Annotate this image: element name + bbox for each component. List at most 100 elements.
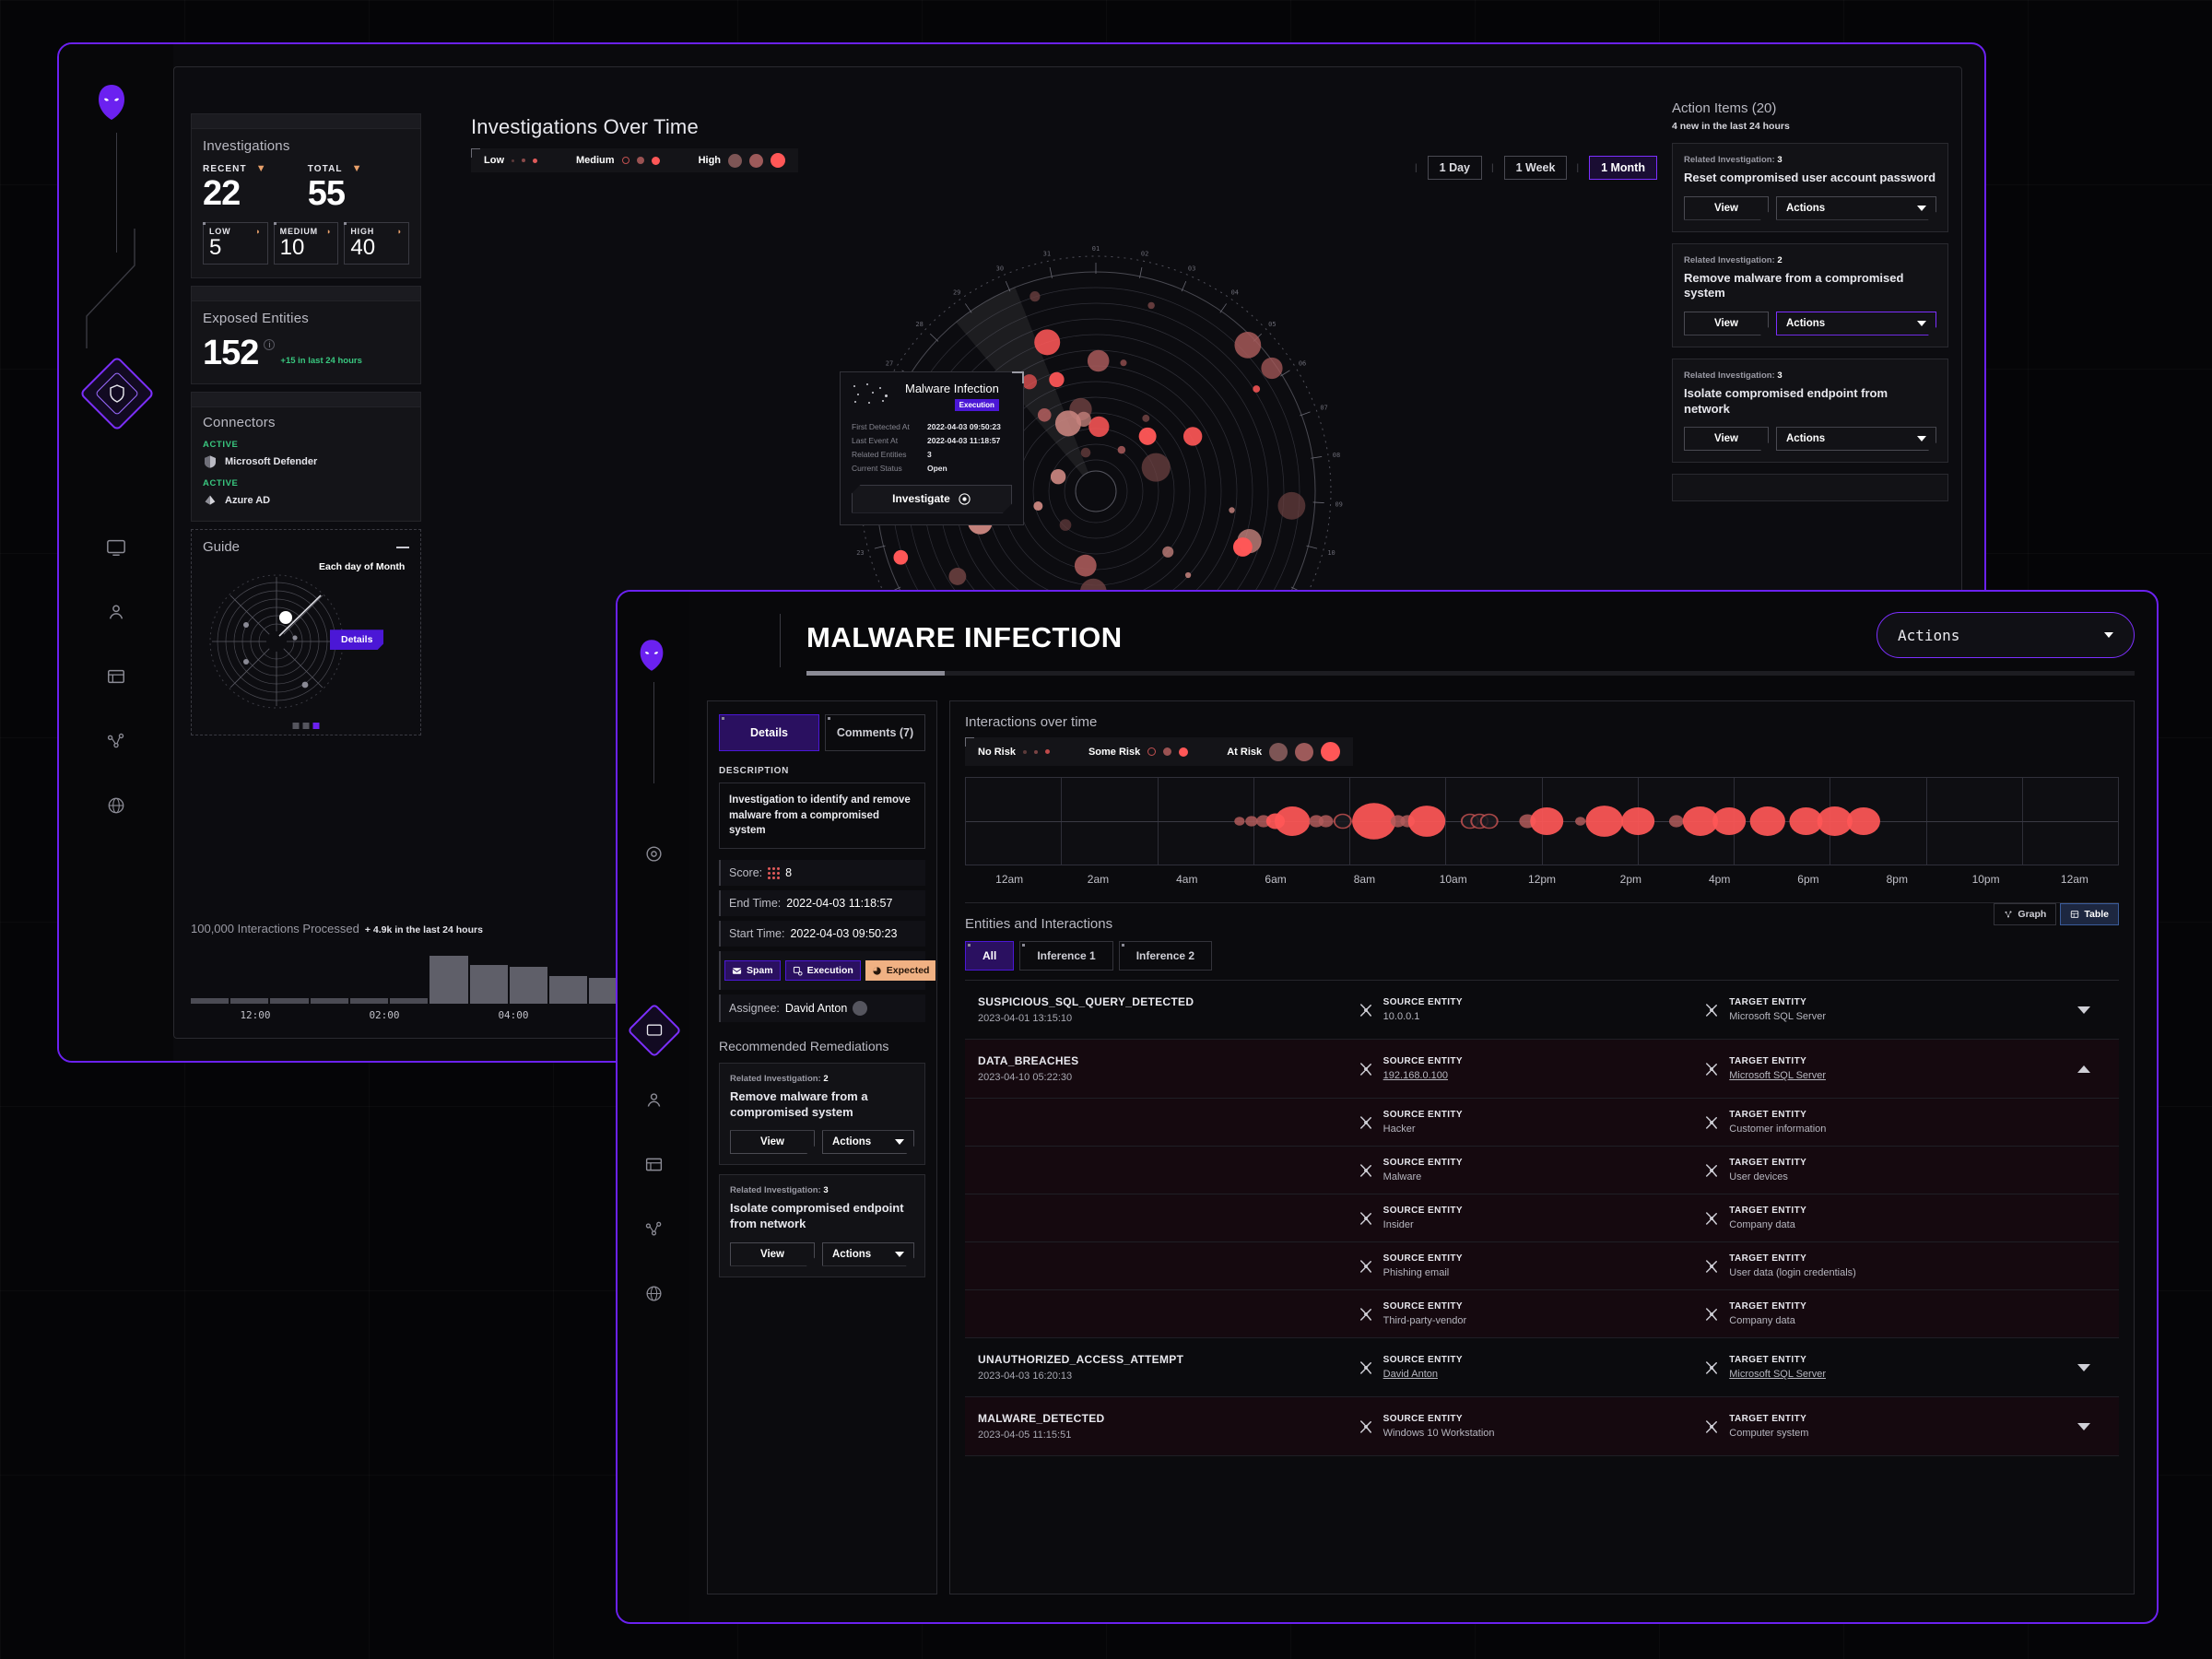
source-entity-value[interactable]: Windows 10 Workstation <box>1383 1428 1495 1439</box>
scatter-point[interactable] <box>1479 813 1499 830</box>
guide-dot-active[interactable] <box>312 723 320 730</box>
scatter-point[interactable] <box>1749 806 1785 836</box>
scatter-point[interactable] <box>1245 816 1258 827</box>
tab-comments[interactable]: Comments (7) <box>825 714 925 751</box>
sidebar-item-person[interactable] <box>639 1085 668 1114</box>
target-entity-value[interactable]: Customer information <box>1729 1124 1826 1135</box>
radar-point[interactable] <box>1030 291 1041 302</box>
tab-inference-2[interactable]: Inference 2 <box>1118 941 1213 971</box>
radar-point[interactable] <box>893 549 909 565</box>
filter-icon[interactable]: ▼ <box>256 163 267 174</box>
table-row[interactable]: UNAUTHORIZED_ACCESS_ATTEMPT 2023-04-03 1… <box>965 1338 2119 1397</box>
radar-point[interactable] <box>1050 468 1066 485</box>
actions-dropdown[interactable]: Actions <box>1776 312 1936 335</box>
radar-point[interactable] <box>1080 447 1091 458</box>
target-entity-value[interactable]: Computer system <box>1729 1428 1808 1439</box>
scatter-point[interactable] <box>1530 806 1564 836</box>
radar-point[interactable] <box>1147 301 1155 310</box>
radar-point[interactable] <box>1162 546 1174 558</box>
actions-dropdown[interactable]: Actions <box>1776 427 1936 451</box>
source-entity-value[interactable]: Third-party-vendor <box>1383 1315 1466 1326</box>
sidebar-item-target[interactable] <box>639 839 668 868</box>
filter-icon[interactable]: ▼ <box>352 163 363 174</box>
sidebar-item-nodes[interactable] <box>101 726 131 756</box>
guide-pagination[interactable] <box>292 723 320 730</box>
connector-item[interactable]: Microsoft Defender <box>203 454 409 469</box>
scatter-point[interactable] <box>1275 806 1311 836</box>
radar-point[interactable] <box>1074 554 1097 577</box>
source-entity-value[interactable]: 10.0.0.1 <box>1383 1011 1463 1022</box>
expand-toggle[interactable] <box>2050 1422 2119 1430</box>
investigate-button[interactable]: Investigate <box>852 485 1012 513</box>
actions-dropdown[interactable]: Actions <box>822 1130 914 1154</box>
expand-toggle[interactable] <box>2050 1006 2119 1014</box>
radar-point[interactable] <box>1059 519 1072 531</box>
radar-point[interactable] <box>1229 507 1235 513</box>
info-icon[interactable]: i <box>264 339 276 351</box>
guide-dot[interactable] <box>292 723 300 730</box>
scatter-point[interactable] <box>1352 803 1396 840</box>
scatter-point[interactable] <box>1234 817 1245 826</box>
tab-inference-1[interactable]: Inference 1 <box>1019 941 1113 971</box>
time-filter-1-day[interactable]: 1 Day <box>1427 156 1482 180</box>
radar-point[interactable] <box>1261 357 1283 380</box>
scatter-point[interactable] <box>1712 806 1747 836</box>
guide-dot[interactable] <box>302 723 310 730</box>
target-entity-value[interactable]: Microsoft SQL Server <box>1729 1011 1826 1022</box>
view-button[interactable]: View <box>1684 196 1769 220</box>
source-entity-value[interactable]: Hacker <box>1383 1124 1463 1135</box>
connector-item[interactable]: Azure AD <box>203 493 409 508</box>
scatter-point[interactable] <box>1846 806 1880 836</box>
radar-point[interactable] <box>1253 385 1261 393</box>
source-entity-value[interactable]: Malware <box>1383 1171 1463 1182</box>
sidebar-item-person[interactable] <box>101 597 131 627</box>
severity-high[interactable]: HIGH ◗ 40 <box>344 222 410 265</box>
sidebar-item-nodes[interactable] <box>639 1214 668 1243</box>
radar-point[interactable] <box>1117 445 1126 454</box>
scatter-point[interactable] <box>1621 806 1655 836</box>
modal-actions-dropdown[interactable]: Actions <box>1877 612 2135 658</box>
radar-point[interactable] <box>1033 501 1043 512</box>
radar-point[interactable] <box>1049 371 1065 388</box>
radar-point[interactable] <box>1021 374 1038 390</box>
scatter-point[interactable] <box>1668 815 1684 828</box>
table-view-button[interactable]: Table <box>2060 903 2119 925</box>
radar-point[interactable] <box>1088 416 1110 438</box>
severity-medium[interactable]: MEDIUM ◗ 10 <box>273 222 339 265</box>
sidebar-item-globe[interactable] <box>639 1278 668 1308</box>
time-filter-1-month[interactable]: 1 Month <box>1589 156 1657 180</box>
table-row[interactable]: DATA_BREACHES 2023-04-10 05:22:30 SOURCE… <box>965 1040 2119 1099</box>
radar-point[interactable] <box>1184 571 1192 579</box>
tab-all[interactable]: All <box>965 941 1015 971</box>
table-subrow[interactable]: SOURCE ENTITY Hacker TARGET ENTITY Custo… <box>965 1099 2119 1147</box>
radar-point[interactable] <box>1120 359 1127 367</box>
table-subrow[interactable]: SOURCE ENTITY Insider TARGET ENTITY Comp… <box>965 1194 2119 1242</box>
view-button[interactable]: View <box>730 1130 815 1154</box>
horizontal-scrollbar[interactable] <box>806 671 2135 676</box>
radar-point[interactable] <box>1034 329 1061 356</box>
scatter-point[interactable] <box>1333 813 1352 830</box>
source-entity-value[interactable]: 192.168.0.100 <box>1383 1070 1463 1081</box>
actions-dropdown[interactable]: Actions <box>1776 196 1936 220</box>
chip-spam[interactable]: Spam <box>724 960 781 982</box>
target-entity-value[interactable]: Company data <box>1729 1315 1806 1326</box>
radar-point[interactable] <box>1277 491 1306 520</box>
source-entity-value[interactable]: Phishing email <box>1383 1267 1463 1278</box>
radar-point[interactable] <box>1138 427 1157 445</box>
table-subrow[interactable]: SOURCE ENTITY Phishing email TARGET ENTI… <box>965 1242 2119 1290</box>
target-entity-value[interactable]: Company data <box>1729 1219 1806 1230</box>
tab-details[interactable]: Details <box>719 714 819 751</box>
table-subrow[interactable]: SOURCE ENTITY Malware TARGET ENTITY User… <box>965 1147 2119 1194</box>
sidebar-item-display[interactable] <box>101 533 131 562</box>
radar-point[interactable] <box>1141 453 1171 482</box>
severity-low[interactable]: LOW ◗ 5 <box>203 222 268 265</box>
target-entity-value[interactable]: Microsoft SQL Server <box>1729 1070 1826 1081</box>
actions-dropdown[interactable]: Actions <box>822 1242 914 1266</box>
table-row[interactable]: MALWARE_DETECTED 2023-04-05 11:15:51 SOU… <box>965 1397 2119 1456</box>
radar-point[interactable] <box>1234 331 1262 359</box>
table-subrow[interactable]: SOURCE ENTITY Third-party-vendor TARGET … <box>965 1290 2119 1338</box>
radar-point[interactable] <box>1182 427 1203 446</box>
radar-point[interactable] <box>1232 537 1253 557</box>
sidebar-item-active[interactable] <box>78 355 156 432</box>
time-filter-1-week[interactable]: 1 Week <box>1503 156 1568 180</box>
